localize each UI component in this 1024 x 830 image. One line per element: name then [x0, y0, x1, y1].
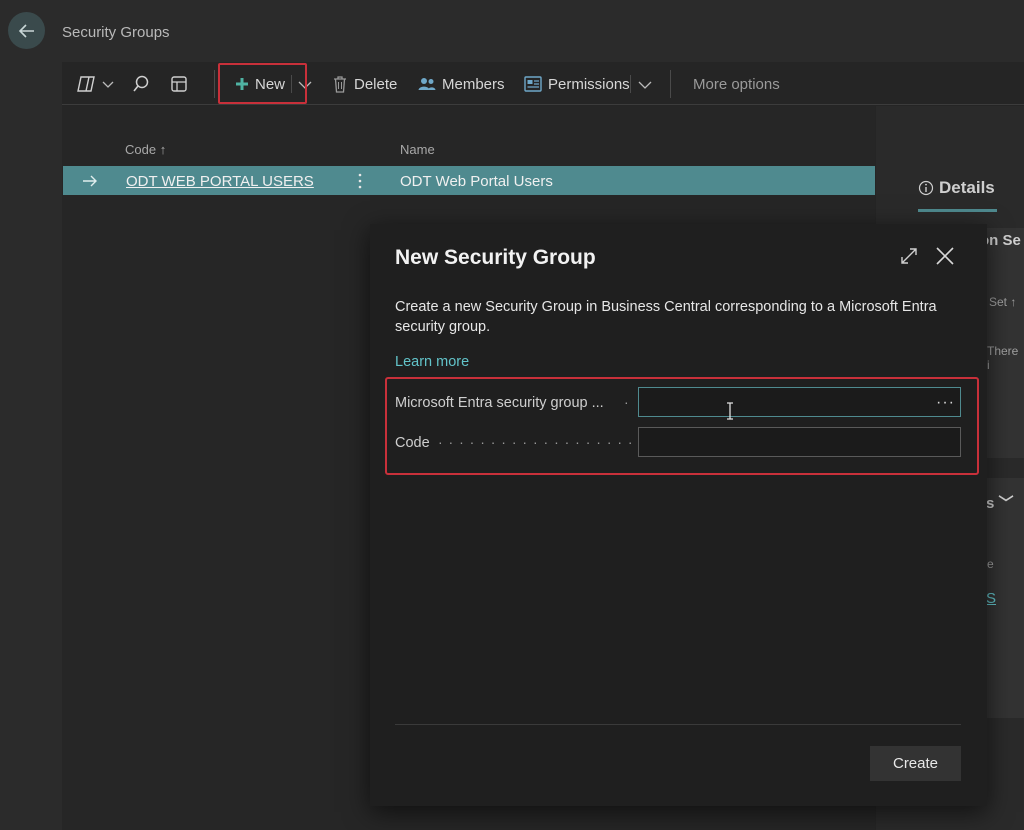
members-button-label: Members	[442, 75, 505, 93]
factbox-title[interactable]: s ﹀	[986, 492, 1014, 513]
expand-icon[interactable]	[899, 246, 919, 266]
chevron-down-icon	[638, 81, 652, 89]
more-options-label: More options	[693, 75, 780, 93]
toolbar-divider	[670, 70, 671, 98]
dialog-divider	[395, 724, 961, 725]
dialog-title: New Security Group	[395, 246, 596, 269]
arrow-right-icon	[83, 175, 97, 187]
tab-details[interactable]: Details	[918, 178, 995, 198]
create-button[interactable]: Create	[870, 746, 961, 781]
factbox-title-text: s	[986, 495, 995, 512]
new-button-highlight	[218, 63, 307, 104]
edit-list-icon	[171, 76, 187, 92]
new-security-group-dialog: New Security Group Create a new Security…	[370, 224, 987, 806]
permissions-dropdown-button[interactable]	[638, 69, 652, 99]
edit-list-button[interactable]	[170, 69, 188, 99]
delete-button[interactable]: Delete	[332, 69, 397, 99]
back-button[interactable]	[8, 12, 45, 49]
tab-details-label: Details	[939, 178, 995, 197]
factbox-column-header: Set ↑	[989, 295, 1017, 309]
copilot-icon	[77, 76, 95, 92]
text-cursor-icon	[727, 402, 733, 420]
permissions-icon	[524, 76, 542, 92]
close-icon[interactable]	[935, 246, 955, 266]
action-toolbar: New Delete Members Permissions More opti…	[62, 63, 1024, 105]
row-name: ODT Web Portal Users	[400, 173, 553, 190]
column-header-code[interactable]: Code ↑	[125, 142, 166, 157]
members-button[interactable]: Members	[418, 69, 505, 99]
more-options-button[interactable]: More options	[693, 69, 780, 99]
dialog-description: Create a new Security Group in Business …	[395, 299, 937, 335]
arrow-left-icon	[18, 23, 34, 38]
more-vertical-icon[interactable]	[357, 172, 363, 190]
permissions-button-label: Permissions	[548, 75, 630, 93]
factbox-field-label: e	[987, 557, 994, 571]
delete-button-label: Delete	[354, 75, 398, 93]
chevron-down-icon	[102, 81, 114, 88]
search-button[interactable]	[132, 69, 150, 99]
fields-highlight	[385, 377, 979, 475]
column-header-name[interactable]: Name	[400, 142, 435, 157]
info-icon	[918, 180, 934, 196]
search-icon	[133, 75, 149, 92]
permissions-button[interactable]: Permissions	[524, 69, 630, 99]
row-code-link[interactable]: ODT WEB PORTAL USERS	[126, 173, 314, 190]
factbox-field-link[interactable]: S	[986, 590, 996, 607]
tab-underline	[918, 209, 997, 212]
toolbar-divider	[214, 70, 215, 98]
factbox-empty-text: There i	[987, 344, 1019, 372]
copilot-menu-button[interactable]	[76, 69, 114, 99]
trash-icon	[334, 76, 346, 93]
toolbar-divider	[630, 75, 631, 93]
people-icon	[418, 78, 436, 90]
learn-more-link[interactable]: Learn more	[395, 354, 469, 370]
page-title: Security Groups	[62, 24, 170, 41]
